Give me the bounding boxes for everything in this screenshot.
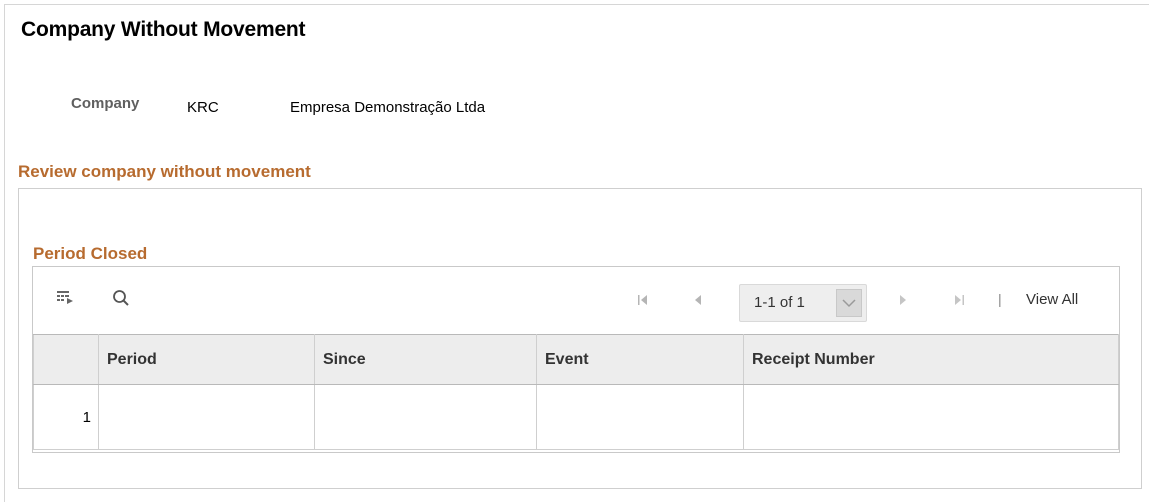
cell-since xyxy=(314,384,537,450)
company-code: KRC xyxy=(187,99,219,116)
first-page-icon[interactable] xyxy=(636,293,650,307)
last-page-icon[interactable] xyxy=(952,293,966,307)
page-title: Company Without Movement xyxy=(21,18,306,41)
grid-toolbar: 1-1 of 1 | View All xyxy=(33,267,1119,334)
toolbar-separator: | xyxy=(998,291,1002,307)
next-page-icon[interactable] xyxy=(896,293,910,307)
grid-title: Period Closed xyxy=(33,244,148,263)
table-row: 1 xyxy=(33,384,1119,450)
period-closed-grid: 1-1 of 1 | View All Period Since Event R… xyxy=(32,266,1120,453)
chevron-down-icon[interactable] xyxy=(836,289,862,317)
cell-period xyxy=(98,384,315,450)
column-header-event[interactable]: Event xyxy=(536,334,744,385)
pager-dropdown[interactable]: 1-1 of 1 xyxy=(739,284,867,322)
table-header-row: Period Since Event Receipt Number xyxy=(33,334,1119,385)
company-label: Company xyxy=(71,95,140,112)
cell-event xyxy=(536,384,744,450)
column-header-period[interactable]: Period xyxy=(98,334,315,385)
search-icon[interactable] xyxy=(111,289,131,307)
column-header-rownum xyxy=(33,334,99,385)
period-closed-table: Period Since Event Receipt Number 1 xyxy=(33,334,1119,450)
cell-receipt-number xyxy=(743,384,1119,450)
previous-page-icon[interactable] xyxy=(691,293,705,307)
view-all-link[interactable]: View All xyxy=(1026,291,1078,308)
row-number: 1 xyxy=(33,384,99,450)
column-header-receipt-number[interactable]: Receipt Number xyxy=(743,334,1119,385)
company-name: Empresa Demonstração Ltda xyxy=(290,99,486,116)
pager-text: 1-1 of 1 xyxy=(754,294,805,311)
section-title: Review company without movement xyxy=(18,162,311,181)
grid-personalize-icon[interactable] xyxy=(55,289,75,307)
column-header-since[interactable]: Since xyxy=(314,334,537,385)
